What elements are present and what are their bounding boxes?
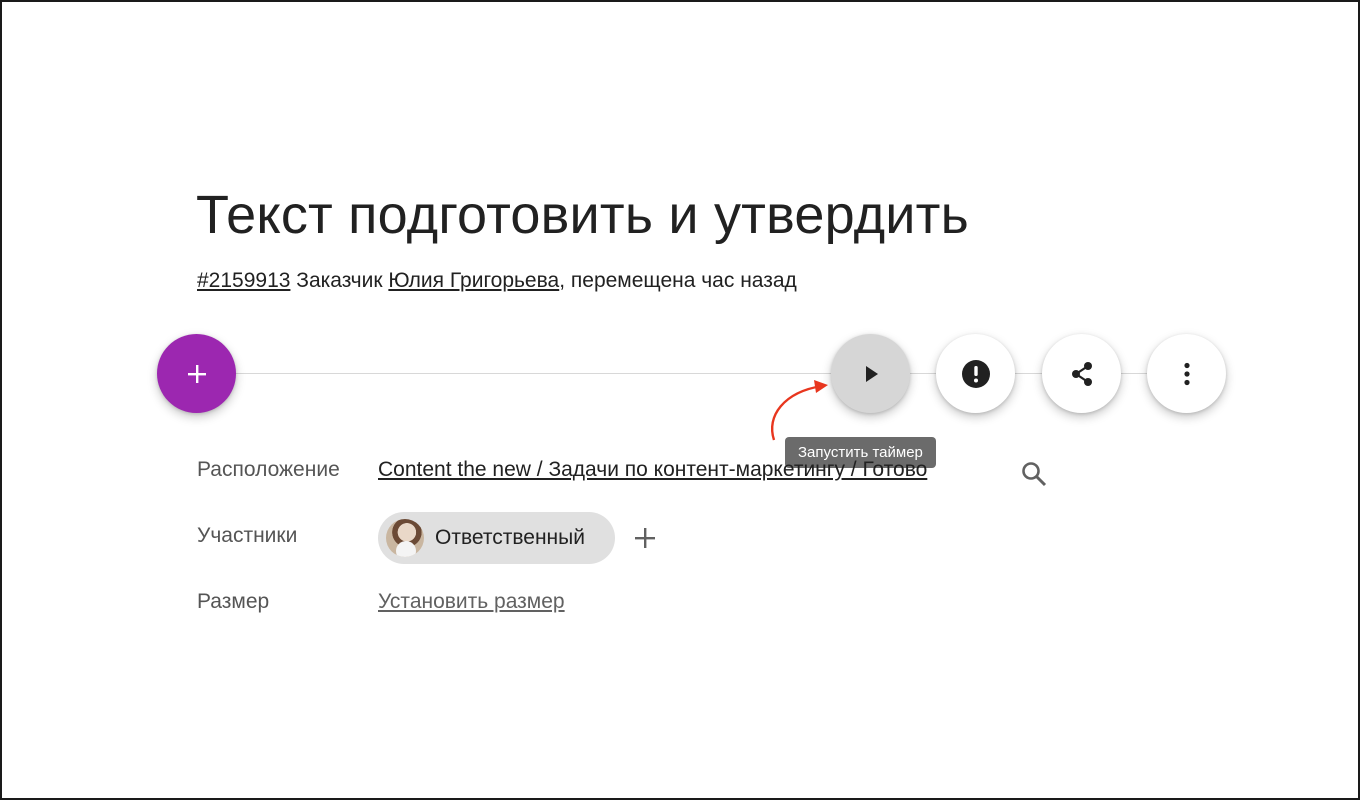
- participants-label: Участники: [197, 524, 298, 547]
- plus-icon: [187, 364, 206, 383]
- set-size-link[interactable]: Установить размер: [378, 590, 565, 614]
- location-link[interactable]: Content the new / Задачи по контент-марк…: [378, 458, 927, 482]
- customer-link[interactable]: Юлия Григорьева: [388, 269, 559, 292]
- add-button[interactable]: [157, 334, 236, 413]
- plus-icon: [635, 528, 655, 548]
- location-search-button[interactable]: [1020, 460, 1048, 493]
- participant-chip[interactable]: Ответственный: [378, 512, 615, 564]
- more-vert-icon: [1183, 362, 1190, 385]
- more-options-button[interactable]: [1147, 334, 1226, 413]
- task-title: Текст подготовить и утвердить: [196, 185, 969, 245]
- page-frame: Текст подготовить и утвердить #2159913 З…: [0, 0, 1360, 800]
- task-id-link[interactable]: #2159913: [197, 269, 290, 292]
- alert-icon: [961, 359, 990, 388]
- annotation-arrow-icon: [771, 380, 828, 441]
- participant-role: Ответственный: [435, 526, 585, 549]
- share-button[interactable]: [1042, 334, 1121, 413]
- customer-label: Заказчик: [296, 269, 383, 292]
- avatar: [386, 519, 424, 557]
- search-icon: [1022, 462, 1047, 487]
- moved-text: , перемещена час назад: [559, 269, 797, 292]
- share-icon: [1071, 361, 1092, 386]
- play-icon: [865, 365, 878, 382]
- alert-button[interactable]: [936, 334, 1015, 413]
- add-participant-button[interactable]: [633, 526, 657, 555]
- start-timer-button[interactable]: [831, 334, 910, 413]
- task-meta: #2159913 Заказчик Юлия Григорьева, перем…: [197, 269, 797, 293]
- location-label: Расположение: [197, 458, 340, 481]
- size-label: Размер: [197, 590, 270, 613]
